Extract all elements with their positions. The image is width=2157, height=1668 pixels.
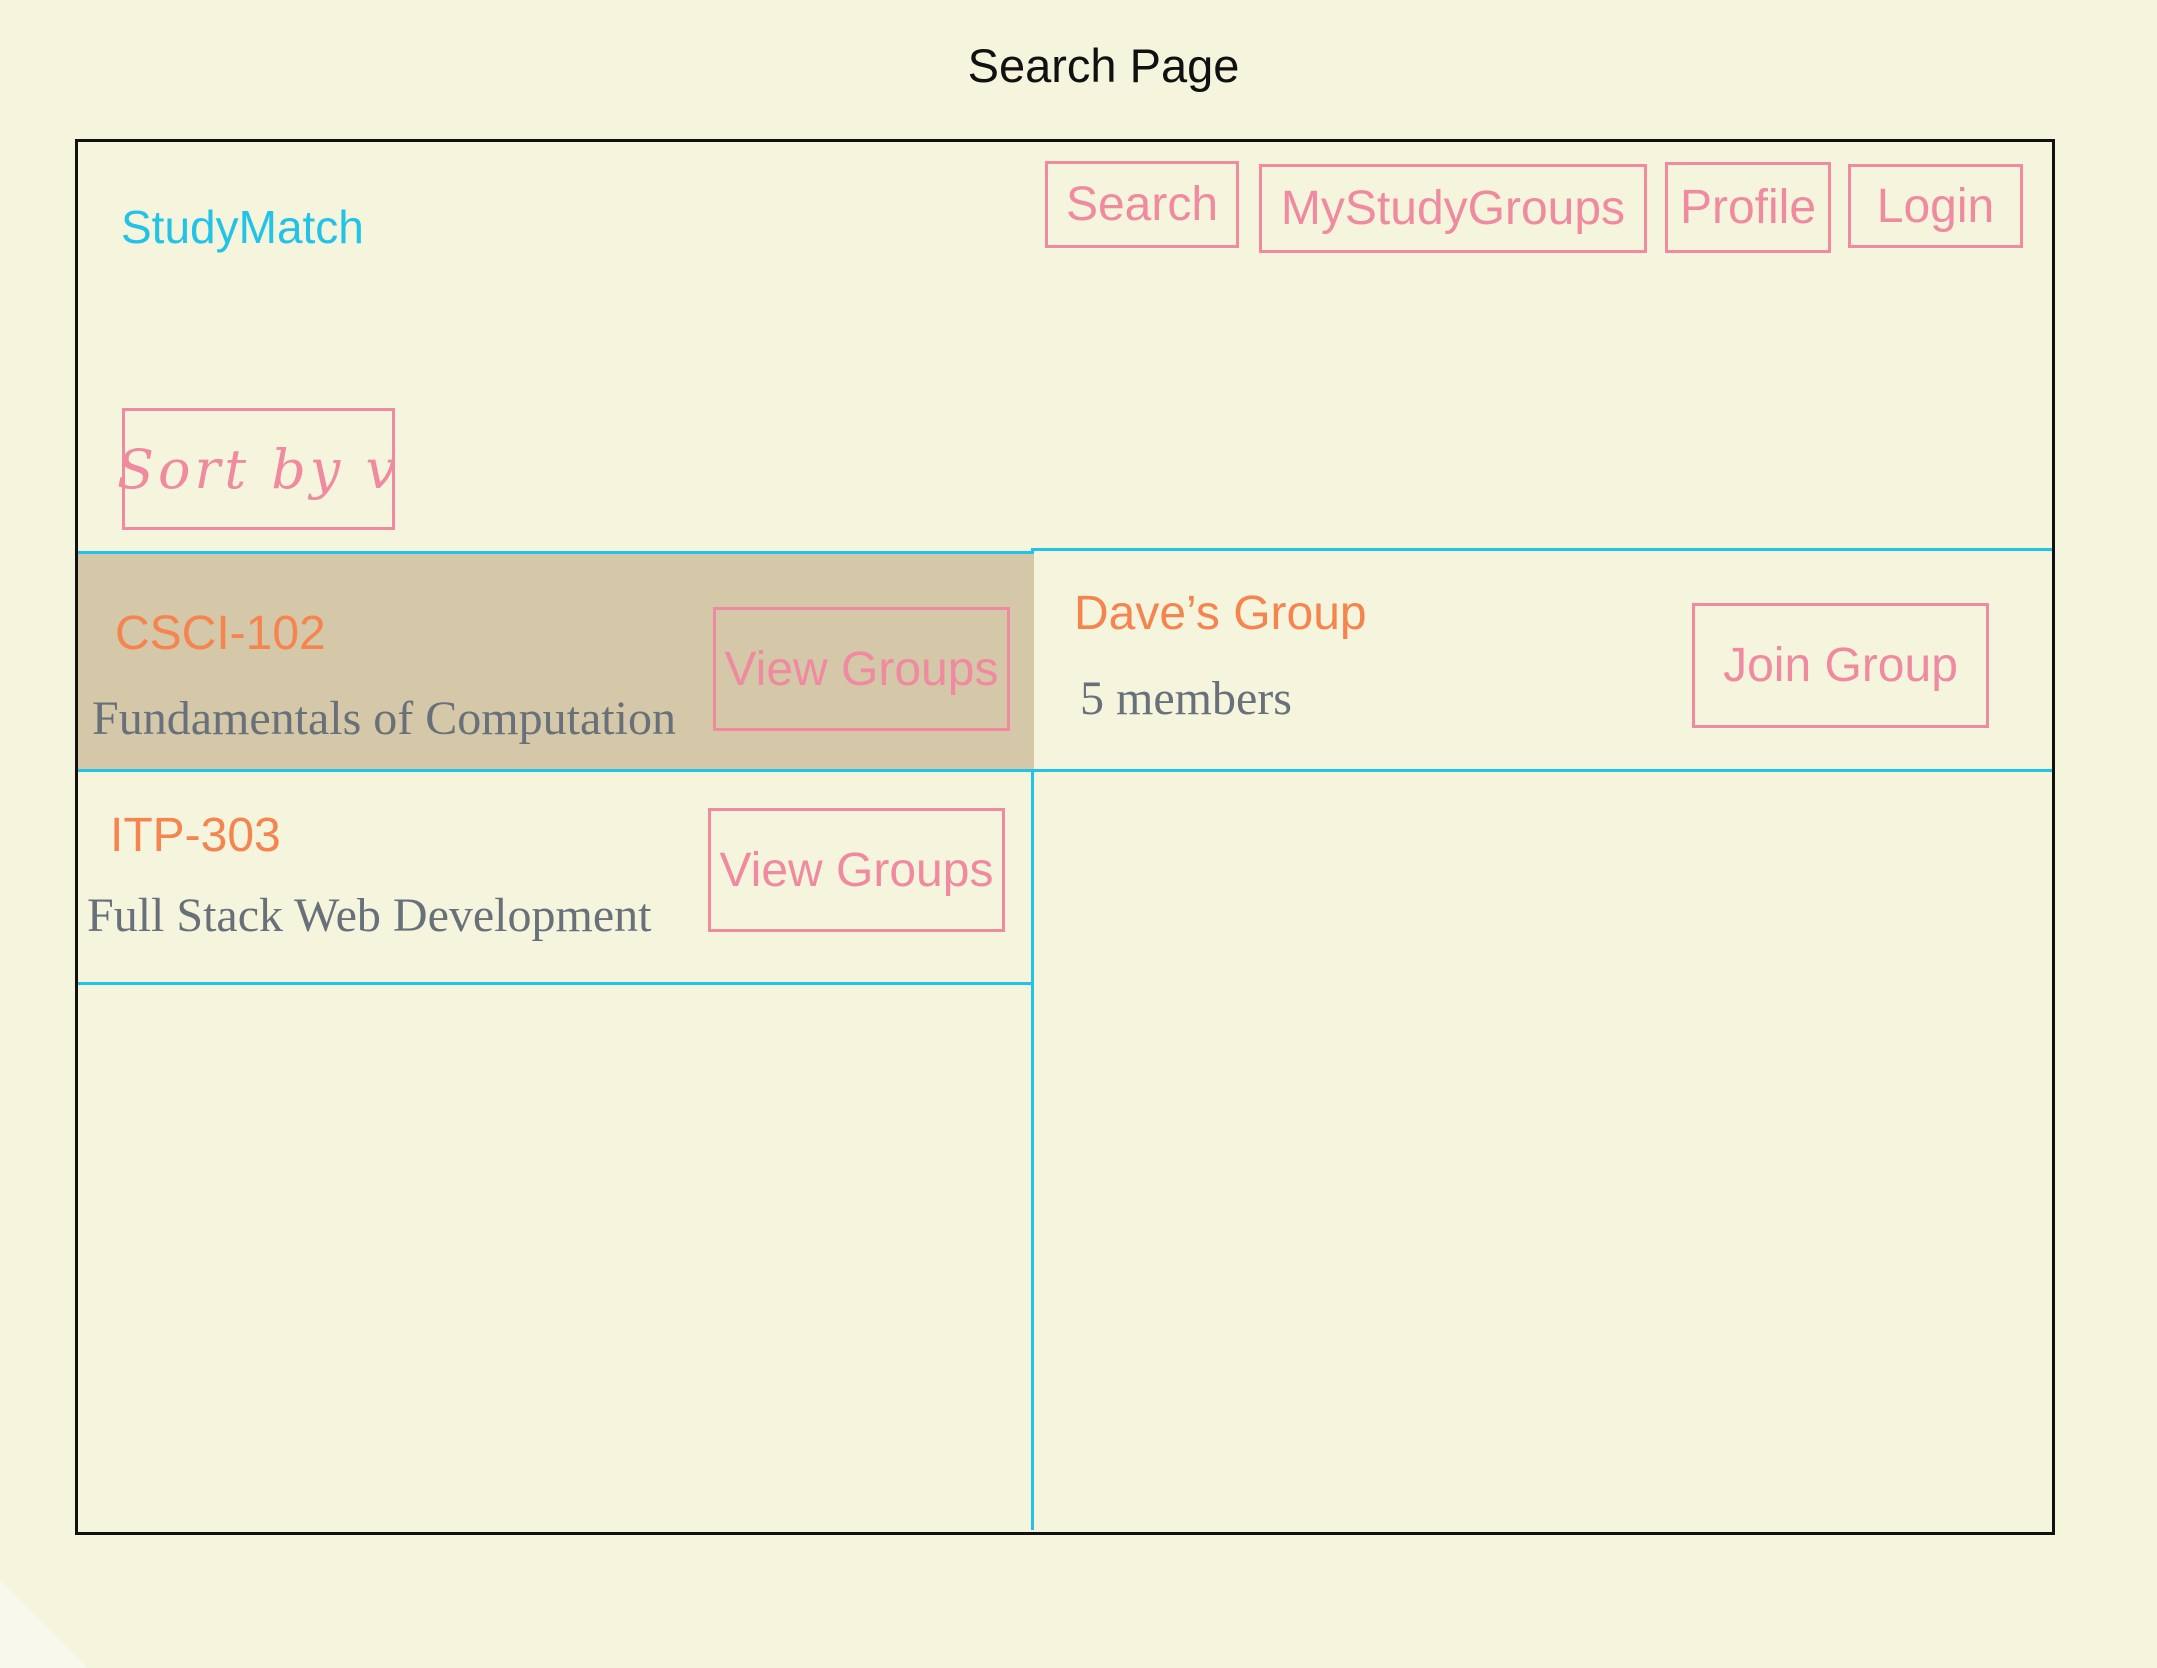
course-name: Fundamentals of Computation: [92, 692, 676, 745]
course-row[interactable]: ITP-303 Full Stack Web Development View …: [78, 772, 1034, 985]
join-group-button[interactable]: Join Group: [1692, 603, 1989, 728]
course-code: CSCI-102: [115, 607, 326, 660]
nav-search-button[interactable]: Search: [1045, 161, 1239, 248]
nav-my-study-groups-button[interactable]: MyStudyGroups: [1259, 164, 1647, 253]
group-member-count: 5 members: [1080, 672, 1292, 725]
nav-profile-button[interactable]: Profile: [1665, 162, 1831, 253]
sort-by-label: Sort by v: [117, 437, 400, 501]
view-groups-button[interactable]: View Groups: [713, 607, 1010, 731]
page-corner-fold: [0, 1580, 88, 1668]
group-row[interactable]: Dave’s Group 5 members Join Group: [1034, 548, 2052, 772]
view-groups-button[interactable]: View Groups: [708, 808, 1005, 932]
course-name: Full Stack Web Development: [87, 889, 652, 942]
course-code: ITP-303: [110, 809, 281, 862]
course-row-selected[interactable]: CSCI-102 Fundamentals of Computation Vie…: [78, 551, 1034, 772]
brand-logo[interactable]: StudyMatch: [121, 200, 364, 254]
group-name: Dave’s Group: [1074, 587, 1367, 640]
sort-by-dropdown[interactable]: Sort by v: [117, 408, 396, 530]
nav-login-button[interactable]: Login: [1848, 164, 2023, 248]
page-caption: Search Page: [967, 39, 1240, 92]
